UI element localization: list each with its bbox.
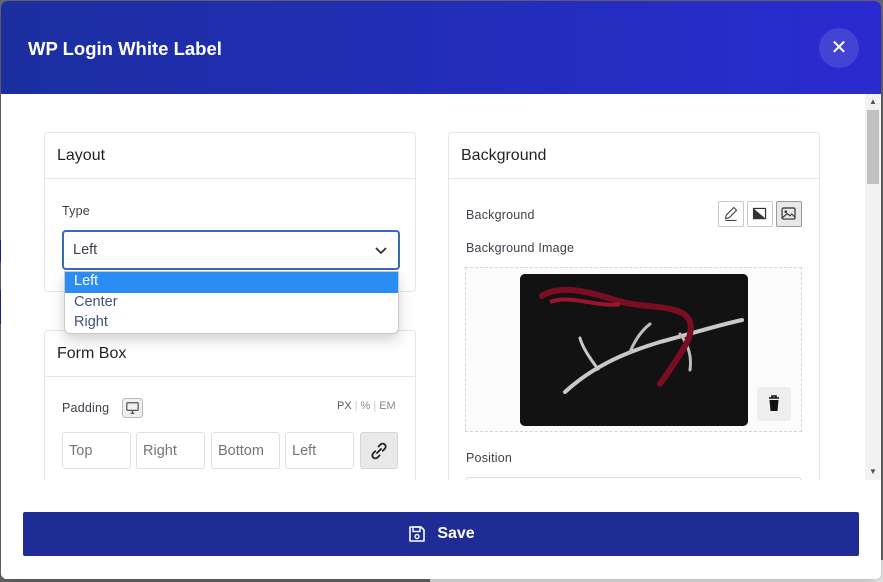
floppy-disk-icon <box>409 526 426 542</box>
close-icon: ✕ <box>830 37 848 59</box>
scroll-thumb[interactable] <box>867 110 879 184</box>
padding-bottom-input[interactable] <box>211 432 280 469</box>
background-image-area[interactable] <box>465 267 802 432</box>
scroll-down-arrow-icon[interactable]: ▼ <box>865 464 881 480</box>
gradient-icon <box>752 207 767 220</box>
modal-title: WP Login White Label <box>28 38 222 59</box>
scroll-up-arrow-icon[interactable]: ▲ <box>865 94 881 110</box>
layout-type-dropdown[interactable]: Left Center Right <box>64 271 399 334</box>
form-box-card: Form Box Padding PX |% | EM <box>44 330 416 480</box>
link-values-button[interactable] <box>360 432 398 469</box>
unit-px[interactable]: PX <box>337 400 352 412</box>
layout-card: Layout Type Left <box>44 132 416 292</box>
background-classic-button[interactable] <box>718 201 744 227</box>
layout-card-title: Layout <box>45 133 415 179</box>
modal-header: WP Login White Label ✕ <box>1 1 881 94</box>
background-gradient-button[interactable] <box>747 201 773 227</box>
layout-type-select[interactable]: Left <box>62 230 400 270</box>
pencil-icon <box>724 206 738 222</box>
antler-photo <box>520 274 748 426</box>
layout-type-value: Left <box>73 242 98 258</box>
dropdown-option-right[interactable]: Right <box>65 313 398 333</box>
unit-percent[interactable]: % <box>361 400 371 412</box>
desktop-icon <box>126 402 139 414</box>
padding-left-input[interactable] <box>285 432 354 469</box>
background-image-button[interactable] <box>776 201 802 227</box>
remove-image-button[interactable] <box>757 387 791 421</box>
save-button-label: Save <box>437 525 475 542</box>
background-card: Background Background Background Image P… <box>448 132 820 480</box>
save-button[interactable]: Save <box>23 512 859 556</box>
background-image-preview <box>520 274 748 426</box>
position-label: Position <box>466 451 513 465</box>
dropdown-option-left[interactable]: Left <box>65 272 398 293</box>
background-image-label: Background Image <box>466 241 575 255</box>
close-button[interactable]: ✕ <box>819 28 859 68</box>
modal-footer: Save <box>1 480 881 579</box>
white-label-modal: WP Login White Label ✕ Layout Type Left … <box>1 1 881 579</box>
type-label: Type <box>62 204 90 218</box>
modal-scrollbar[interactable]: ▲ ▼ <box>865 94 881 480</box>
form-box-card-title: Form Box <box>45 331 415 377</box>
chevron-down-icon <box>375 247 387 255</box>
padding-top-input[interactable] <box>62 432 131 469</box>
background-card-title: Background <box>449 133 819 179</box>
unit-switch: PX |% | EM <box>337 400 396 412</box>
device-toggle-button[interactable] <box>122 398 143 418</box>
dropdown-option-center[interactable]: Center <box>65 293 398 314</box>
padding-label: Padding <box>62 401 110 415</box>
unit-em[interactable]: EM <box>379 400 396 412</box>
image-icon <box>781 207 796 220</box>
trash-icon <box>769 395 779 411</box>
link-icon <box>371 442 387 460</box>
padding-right-input[interactable] <box>136 432 205 469</box>
background-label: Background <box>466 208 535 222</box>
